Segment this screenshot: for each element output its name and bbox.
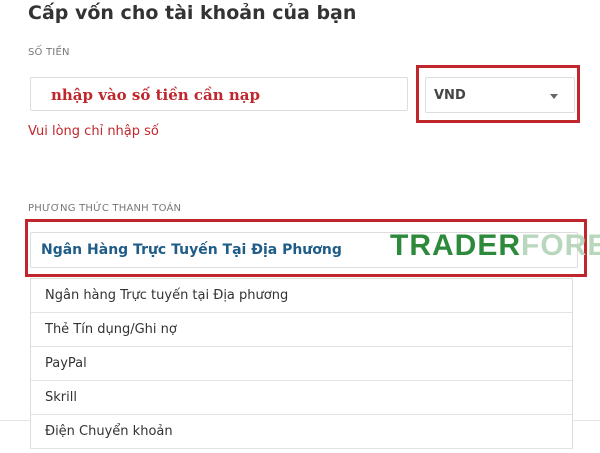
- payment-option[interactable]: Skrill: [31, 381, 572, 415]
- payment-option[interactable]: PayPal: [31, 347, 572, 381]
- chevron-down-icon: [550, 94, 558, 99]
- watermark-part1: TRADER: [390, 229, 521, 262]
- payment-option[interactable]: Ngân hàng Trực tuyến tại Địa phương: [31, 279, 572, 313]
- watermark-part2: FOREX: [521, 229, 600, 262]
- page-title: Cấp vốn cho tài khoản của bạn: [28, 2, 357, 24]
- payment-method-options: Ngân hàng Trực tuyến tại Địa phương Thẻ …: [30, 278, 573, 449]
- payment-method-label: PHƯƠNG THỨC THANH TOÁN: [28, 203, 182, 214]
- amount-error-message: Vui lòng chỉ nhập số: [28, 124, 159, 139]
- divider: [0, 420, 30, 421]
- amount-input[interactable]: nhập vào số tiền cần nạp: [30, 77, 408, 111]
- currency-select[interactable]: VND: [425, 77, 575, 113]
- currency-selected-value: VND: [434, 88, 466, 103]
- payment-option[interactable]: Điện Chuyển khoản: [31, 415, 572, 449]
- payment-option[interactable]: Thẻ Tín dụng/Ghi nợ: [31, 313, 572, 347]
- amount-label: SỐ TIỀN: [28, 47, 70, 58]
- divider: [573, 420, 600, 421]
- amount-placeholder: nhập vào số tiền cần nạp: [51, 86, 260, 104]
- watermark-logo: TRADERFOREX: [390, 229, 600, 263]
